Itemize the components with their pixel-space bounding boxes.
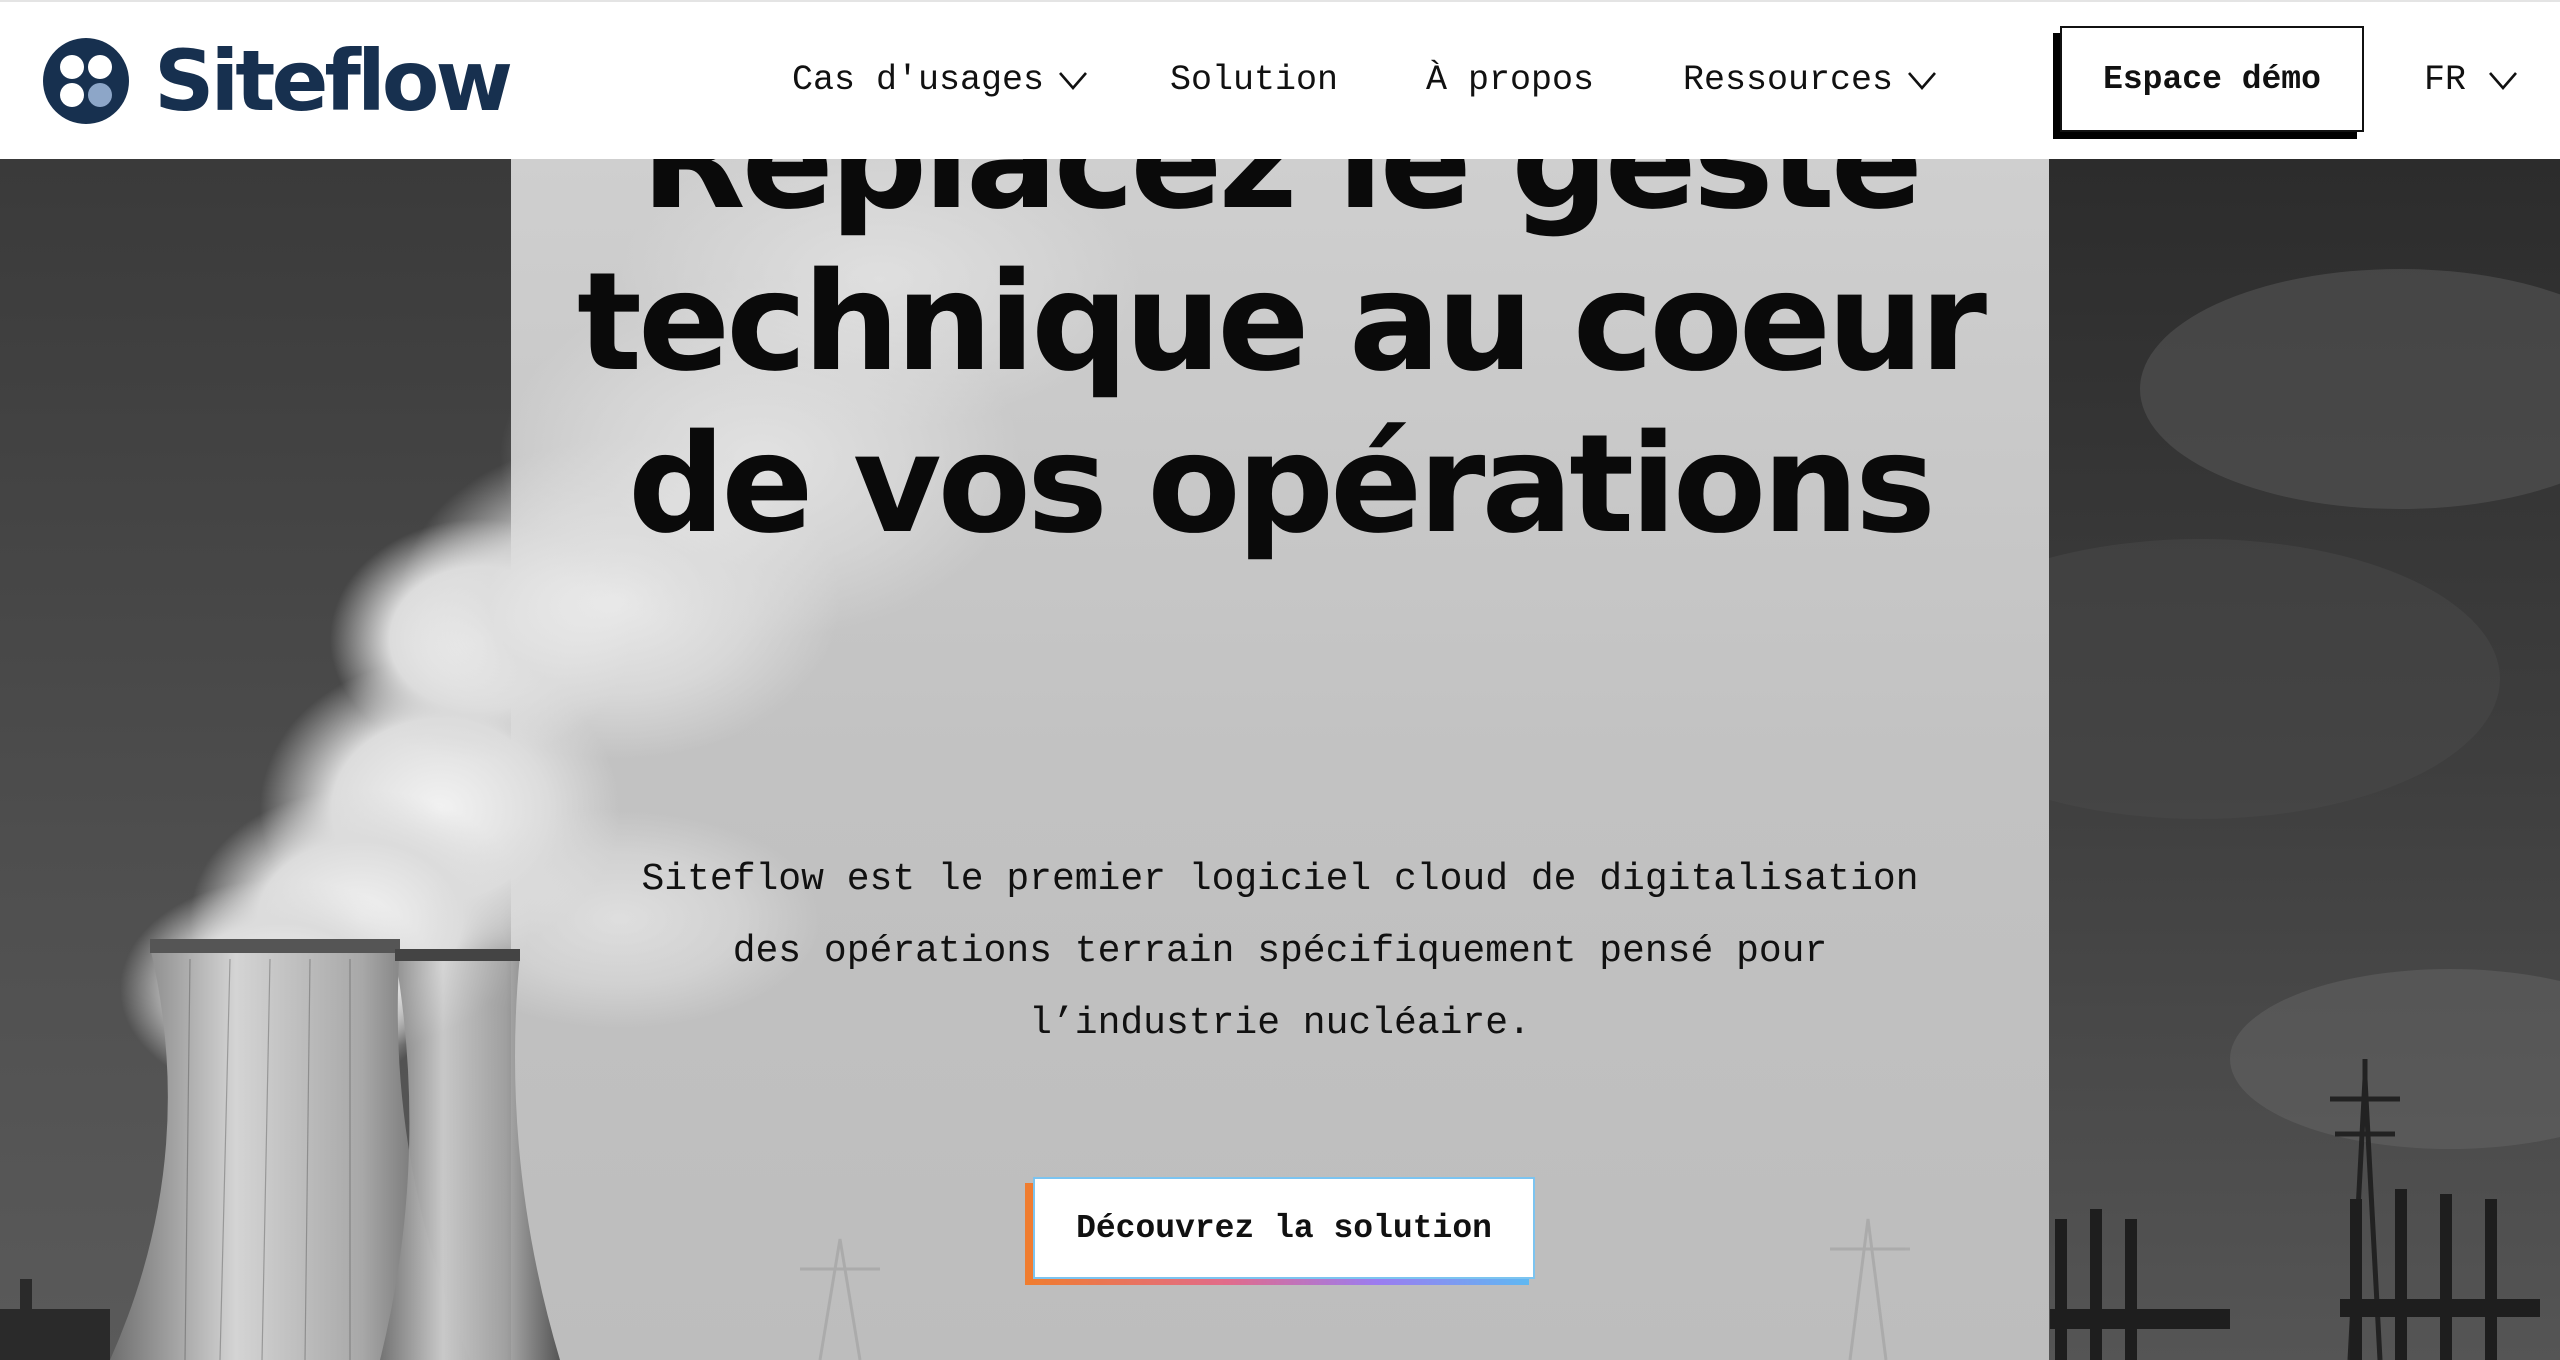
hero-section: Replacez le geste technique au coeur de …: [0, 159, 2560, 1360]
hero-description-line: Siteflow est le premier logiciel cloud d…: [641, 858, 1919, 901]
brand-name: Siteflow: [154, 32, 513, 130]
hero-title-line: Replacez le geste: [640, 159, 1923, 240]
nav-item-solution[interactable]: Solution: [1170, 52, 1338, 108]
siteflow-logo-icon: [43, 38, 129, 124]
nav-item-cas-usages[interactable]: Cas d'usages: [792, 52, 1088, 108]
nav-item-label: Cas d'usages: [792, 60, 1045, 100]
chevron-down-icon: [1908, 72, 1937, 90]
hero-description-line: des opérations terrain spécifiquement pe…: [732, 930, 1828, 973]
hero-title-line: technique au coeur: [576, 244, 1987, 402]
hero-title: Replacez le geste technique au coeur de …: [511, 159, 2049, 566]
language-selector[interactable]: FR: [2424, 52, 2518, 108]
chevron-down-icon: [2489, 72, 2517, 90]
hero-description-line: l’industrie nucléaire.: [1029, 1002, 1531, 1045]
site-header: Siteflow Cas d'usages Solution À propos …: [0, 0, 2560, 159]
language-label: FR: [2424, 60, 2467, 100]
nav-item-label: Ressources: [1683, 60, 1894, 100]
nav-item-a-propos[interactable]: À propos: [1426, 52, 1594, 108]
hero-title-line: de vos opérations: [627, 406, 1936, 564]
cta-label: Découvrez la solution: [1033, 1177, 1535, 1279]
decouvrez-solution-button[interactable]: Découvrez la solution: [1025, 1177, 1535, 1285]
nav-item-label: Solution: [1170, 60, 1339, 100]
nav-item-label: À propos: [1426, 60, 1595, 100]
chevron-down-icon: [1059, 72, 1088, 90]
siteflow-logo[interactable]: Siteflow: [42, 32, 513, 130]
nav-item-ressources[interactable]: Ressources: [1683, 52, 1937, 108]
hero-description: Siteflow est le premier logiciel cloud d…: [600, 844, 1960, 1060]
espace-demo-button[interactable]: Espace démo: [2060, 26, 2364, 132]
